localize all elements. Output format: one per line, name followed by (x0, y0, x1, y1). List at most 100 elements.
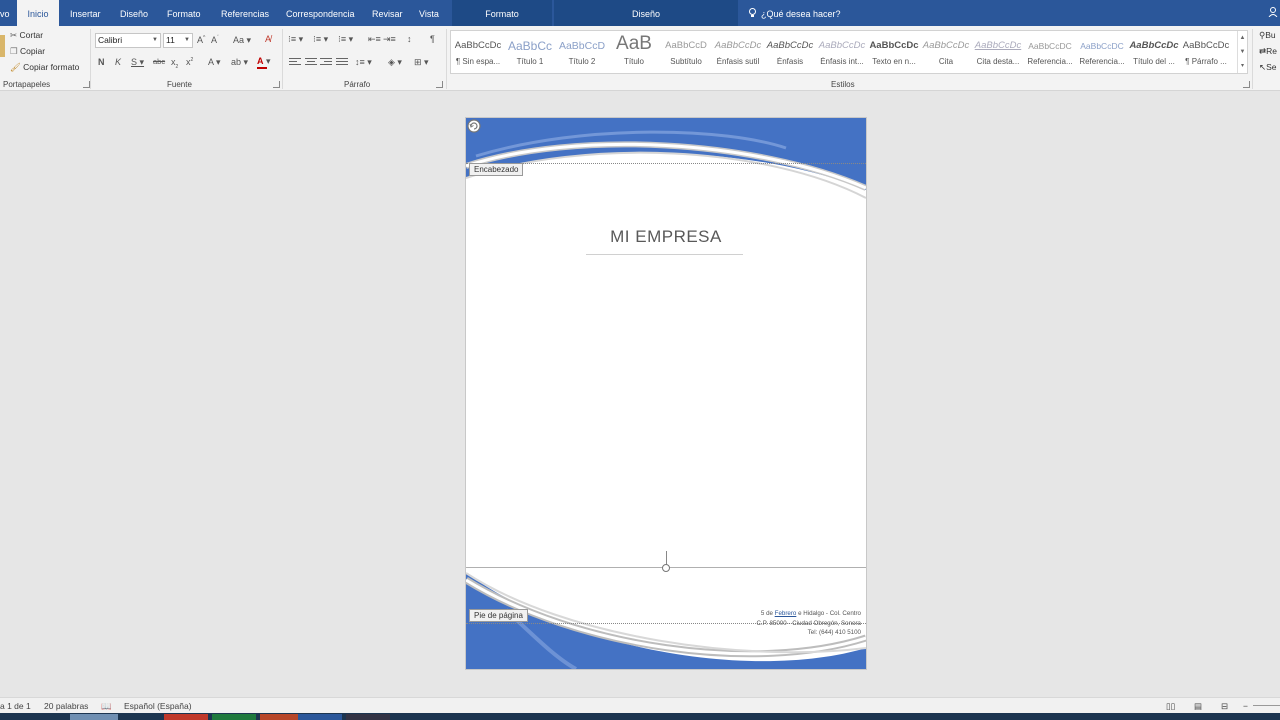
tab-archivo[interactable]: vo (0, 0, 10, 26)
text-effects-icon[interactable]: A ▾ (208, 57, 221, 68)
style-name: Título 1 (516, 57, 544, 66)
style-emphasis[interactable]: AaBbCcDc Énfasis (765, 33, 815, 71)
grow-font-icon[interactable]: A^ (197, 35, 205, 45)
proofing-icon[interactable]: 📖 (101, 701, 112, 712)
font-size-value: 11 (166, 35, 175, 45)
tab-correspondencia[interactable]: Correspondencia (286, 0, 355, 26)
select-button[interactable]: ↖Se (1259, 62, 1277, 73)
taskbar-app[interactable] (298, 714, 342, 720)
style-heading-2[interactable]: AaBbCcD Título 2 (557, 33, 607, 71)
style-quote[interactable]: AaBbCcDc Cita (921, 33, 971, 71)
gallery-scroll[interactable]: ▲ ▼ ▾ (1237, 31, 1247, 73)
increase-indent-icon[interactable]: ⇥≡ (383, 34, 396, 45)
tell-me-box[interactable]: ¿Qué desea hacer? (748, 0, 841, 26)
font-launcher[interactable] (273, 81, 280, 88)
align-right-icon[interactable] (320, 58, 332, 68)
tab-inicio[interactable]: Inicio (17, 0, 59, 27)
style-name: Texto en n... (872, 57, 916, 66)
word-count[interactable]: 20 palabras (44, 701, 88, 711)
find-button[interactable]: ⚲Bu (1259, 30, 1276, 41)
multilevel-list-icon[interactable]: ⁝≡ ▾ (338, 34, 353, 45)
font-name-select[interactable]: Calibri ▼ (95, 33, 161, 48)
borders-icon[interactable]: ⊞ ▾ (414, 57, 429, 68)
italic-icon[interactable]: K (115, 57, 121, 67)
style-subtle-reference[interactable]: AaBbCcDC Referencia... (1025, 33, 1075, 71)
copy-button[interactable]: ❐ Copiar (10, 46, 45, 57)
chevron-up-icon[interactable]: ▲ (1238, 31, 1247, 45)
style-strong[interactable]: AaBbCcDc Texto en n... (869, 33, 919, 71)
pilcrow-icon[interactable]: ¶ (430, 34, 435, 44)
tab-referencias[interactable]: Referencias (221, 0, 269, 26)
taskbar-app[interactable] (70, 714, 118, 720)
company-name[interactable]: MI EMPRESA (466, 227, 866, 247)
superscript-icon[interactable]: x2 (186, 57, 193, 67)
tab-vista[interactable]: Vista (419, 0, 439, 26)
resize-handle[interactable] (662, 564, 670, 572)
decrease-indent-icon[interactable]: ⇤≡ (368, 34, 381, 45)
shrink-font-icon[interactable]: Aˇ (211, 35, 219, 45)
paste-icon[interactable] (0, 33, 6, 59)
header-tag[interactable]: Encabezado (469, 163, 524, 176)
read-mode-icon[interactable]: ▯▯ (1166, 701, 1175, 712)
highlight-icon[interactable]: ab ▾ (231, 57, 248, 68)
page-count[interactable]: a 1 de 1 (0, 701, 31, 711)
style-heading-1[interactable]: AaBbCc Título 1 (505, 33, 555, 71)
underline-icon[interactable]: S ▾ (131, 57, 144, 68)
style-no-spacing[interactable]: AaBbCcDc ¶ Sin espa... (453, 33, 503, 71)
clipboard-launcher[interactable] (83, 81, 90, 88)
style-preview: AaBbCcDc (922, 40, 970, 51)
style-list-paragraph[interactable]: AaBbCcDc ¶ Párrafo ... (1181, 33, 1231, 71)
numbering-icon[interactable]: ⁝≡ ▾ (313, 34, 328, 45)
document-page[interactable]: Encabezado MI EMPRESA Pie de página 5 de… (466, 118, 866, 669)
justify-icon[interactable] (336, 58, 348, 68)
user-icon[interactable] (1268, 7, 1278, 17)
chevron-down-icon: ▼ (152, 37, 158, 43)
shading-icon[interactable]: ◈ ▾ (388, 57, 402, 68)
style-intense-reference[interactable]: AaBbCcDC Referencia... (1077, 33, 1127, 71)
style-subtle-emphasis[interactable]: AaBbCcDc Énfasis sutil (713, 33, 763, 71)
language-indicator[interactable]: Español (España) (124, 701, 192, 711)
bullets-icon[interactable]: ⁝≡ ▾ (288, 34, 303, 45)
cut-button[interactable]: ✂ Cortar (10, 30, 43, 41)
style-preview: AaBbCcDc (1182, 40, 1230, 51)
line-spacing-icon[interactable]: ↕≡ ▾ (355, 57, 372, 68)
print-layout-icon[interactable]: ▤ (1194, 701, 1202, 712)
strikethrough-icon[interactable]: abc (153, 57, 165, 66)
tab-context-diseno[interactable]: Diseño (554, 0, 738, 26)
rotate-handle-icon[interactable] (466, 118, 482, 134)
taskbar-app[interactable] (346, 714, 390, 720)
tab-diseno[interactable]: Diseño (120, 0, 148, 26)
footer-tag[interactable]: Pie de página (469, 609, 528, 622)
paragraph-launcher[interactable] (436, 81, 443, 88)
taskbar-app[interactable] (212, 714, 256, 720)
tab-context-formato[interactable]: Formato (452, 0, 552, 26)
style-intense-quote[interactable]: AaBbCcDc Cita desta... (973, 33, 1023, 71)
font-color-icon[interactable]: A ▾ (257, 56, 271, 67)
style-intense-emphasis[interactable]: AaBbCcDc Énfasis int... (817, 33, 867, 71)
style-subtitle[interactable]: AaBbCcD Subtítulo (661, 33, 711, 71)
clear-format-icon[interactable]: A̸ (265, 34, 271, 44)
font-size-select[interactable]: 11 ▼ (163, 33, 193, 48)
taskbar-app[interactable] (164, 714, 208, 720)
change-case-icon[interactable]: Aa ▾ (233, 35, 251, 46)
style-book-title[interactable]: AaBbCcDc Título del ... (1129, 33, 1179, 71)
tab-formato[interactable]: Formato (167, 0, 201, 26)
tab-insertar[interactable]: Insertar (70, 0, 101, 26)
format-painter-button[interactable]: 🖌 Copiar formato (10, 62, 79, 73)
tab-revisar[interactable]: Revisar (372, 0, 403, 26)
zoom-slider[interactable] (1253, 705, 1280, 706)
chevron-down-icon[interactable]: ▼ (1238, 45, 1247, 59)
zoom-out-icon[interactable]: − (1243, 701, 1248, 711)
bold-icon[interactable]: N (98, 57, 105, 67)
align-center-icon[interactable] (305, 58, 317, 68)
style-title[interactable]: AaB Título (609, 33, 659, 71)
web-layout-icon[interactable]: ⊟ (1221, 701, 1228, 712)
footer-address[interactable]: 5 de Febrero e Hidalgo - Col. Centro C.P… (757, 609, 861, 638)
sort-icon[interactable]: ↕ (407, 34, 412, 44)
align-left-icon[interactable] (289, 58, 301, 68)
replace-button[interactable]: ⇄Re (1259, 46, 1277, 57)
more-styles-icon[interactable]: ▾ (1238, 59, 1247, 73)
subscript-icon[interactable]: x2 (171, 57, 178, 70)
copy-label: Copiar (20, 46, 46, 56)
styles-launcher[interactable] (1243, 81, 1250, 88)
